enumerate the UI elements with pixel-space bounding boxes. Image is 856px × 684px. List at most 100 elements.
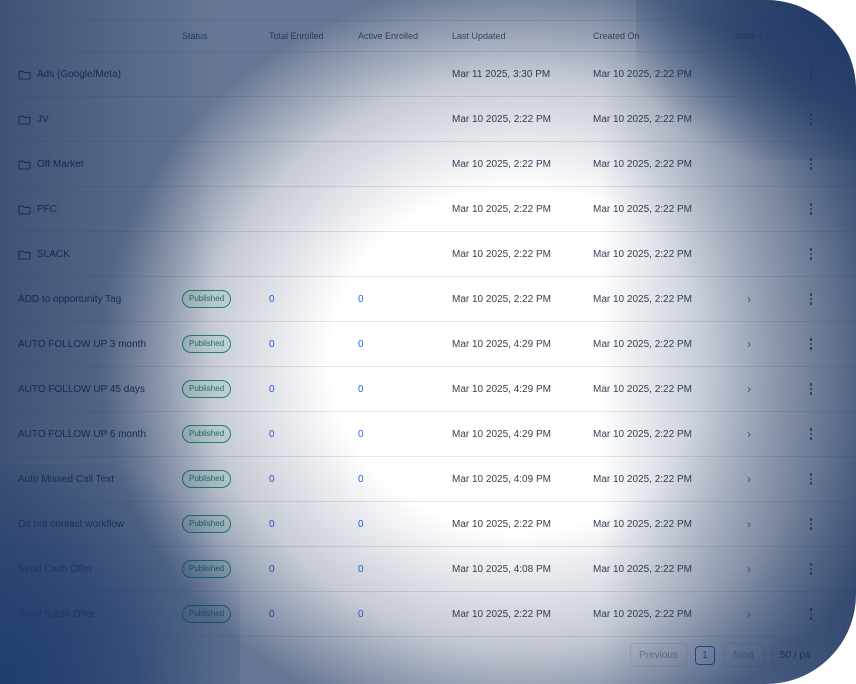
folder-row[interactable]: PFC Mar 10 2025, 2:22 PM Mar 10 2025, 2:22… bbox=[0, 187, 856, 232]
workflow-row[interactable]: Send Subto Offer Published 0 0 Mar 10 2025, … bbox=[0, 592, 856, 637]
workflow-row[interactable]: Send Cash Offer Published 0 0 Mar 10 2025, 4… bbox=[0, 547, 856, 592]
row-menu-button[interactable] bbox=[806, 412, 816, 456]
folder-name: SLACK bbox=[37, 248, 70, 260]
per-page-select[interactable]: 50 / pa bbox=[771, 643, 851, 667]
folder-name-cell[interactable]: JV bbox=[18, 97, 49, 141]
total-enrolled[interactable]: 0 bbox=[269, 412, 275, 456]
total-enrolled[interactable]: 0 bbox=[269, 592, 275, 636]
last-updated: Mar 10 2025, 2:22 PM bbox=[452, 518, 551, 530]
more-vertical-icon bbox=[806, 338, 816, 350]
more-vertical-icon bbox=[806, 608, 816, 620]
header-total-enrolled[interactable]: Total Enrolled bbox=[269, 21, 324, 51]
total-enrolled[interactable]: 0 bbox=[269, 277, 275, 321]
more-vertical-icon bbox=[806, 473, 816, 485]
row-menu-button[interactable] bbox=[806, 142, 816, 186]
folder-row[interactable]: JV Mar 10 2025, 2:22 PM Mar 10 2025, 2:22 … bbox=[0, 97, 856, 142]
workflow-row[interactable]: ADD to opportunity Tag Published 0 0 Mar 10 … bbox=[0, 277, 856, 322]
status-badge: Published bbox=[182, 335, 232, 353]
created-on: Mar 10 2025, 2:22 PM bbox=[593, 113, 692, 125]
more-vertical-icon bbox=[806, 293, 816, 305]
active-enrolled[interactable]: 0 bbox=[358, 367, 364, 411]
total-enrolled[interactable]: 0 bbox=[269, 322, 275, 366]
header-status[interactable]: Status bbox=[182, 21, 208, 51]
row-menu-button[interactable] bbox=[806, 457, 816, 501]
header-stats: Stats bbox=[735, 21, 768, 51]
chevron-right-icon[interactable]: › bbox=[747, 502, 751, 546]
workflow-row[interactable]: Auto Missed Call Text Published 0 0 Mar 10 2… bbox=[0, 457, 856, 502]
workflow-name[interactable]: Send Subto Offer bbox=[18, 592, 95, 636]
status-cell: Published bbox=[182, 502, 232, 546]
row-menu-button[interactable] bbox=[806, 592, 816, 636]
workflow-name[interactable]: Send Cash Offer bbox=[18, 547, 92, 591]
created-on: Mar 10 2025, 2:22 PM bbox=[593, 158, 692, 170]
created-on: Mar 10 2025, 2:22 PM bbox=[593, 293, 692, 305]
created-on: Mar 10 2025, 2:22 PM bbox=[593, 518, 692, 530]
total-enrolled[interactable]: 0 bbox=[269, 367, 275, 411]
header-last-updated[interactable]: Last Updated bbox=[452, 21, 506, 51]
workflow-name[interactable]: Auto Missed Call Text bbox=[18, 457, 114, 501]
last-updated: Mar 10 2025, 4:08 PM bbox=[452, 563, 551, 575]
chevron-right-icon[interactable]: › bbox=[747, 592, 751, 636]
row-menu-button[interactable] bbox=[806, 97, 816, 141]
active-enrolled[interactable]: 0 bbox=[358, 277, 364, 321]
row-menu-button[interactable] bbox=[806, 547, 816, 591]
workflow-row[interactable]: AUTO FOLLOW UP 45 days Published 0 0 Mar 10 … bbox=[0, 367, 856, 412]
chevron-right-icon[interactable]: › bbox=[747, 412, 751, 456]
row-menu-button[interactable] bbox=[806, 232, 816, 276]
row-menu-button[interactable] bbox=[806, 52, 816, 96]
created-on: Mar 10 2025, 2:22 PM bbox=[593, 428, 692, 440]
header-created-on[interactable]: Created On bbox=[593, 21, 640, 51]
chevron-right-icon[interactable]: › bbox=[747, 322, 751, 366]
active-enrolled[interactable]: 0 bbox=[358, 502, 364, 546]
workflow-name[interactable]: AUTO FOLLOW UP 6 month bbox=[18, 412, 146, 456]
chevron-right-icon[interactable]: › bbox=[747, 367, 751, 411]
info-icon[interactable] bbox=[758, 31, 768, 41]
active-enrolled[interactable]: 0 bbox=[358, 322, 364, 366]
total-enrolled[interactable]: 0 bbox=[269, 502, 275, 546]
status-cell: Published bbox=[182, 457, 232, 501]
last-updated: Mar 10 2025, 4:29 PM bbox=[452, 338, 551, 350]
row-menu-button[interactable] bbox=[806, 322, 816, 366]
created-on: Mar 10 2025, 2:22 PM bbox=[593, 203, 692, 215]
chevron-right-icon[interactable]: › bbox=[747, 547, 751, 591]
folder-row[interactable]: Off Market Mar 10 2025, 2:22 PM Mar 10 202… bbox=[0, 142, 856, 187]
active-enrolled[interactable]: 0 bbox=[358, 457, 364, 501]
folder-name-cell[interactable]: PFC bbox=[18, 187, 57, 231]
row-menu-button[interactable] bbox=[806, 367, 816, 411]
chevron-right-icon[interactable]: › bbox=[747, 457, 751, 501]
row-menu-button[interactable] bbox=[806, 277, 816, 321]
folder-name-cell[interactable]: SLACK bbox=[18, 232, 70, 276]
total-enrolled[interactable]: 0 bbox=[269, 457, 275, 501]
created-on: Mar 10 2025, 2:22 PM bbox=[593, 68, 692, 80]
page-1-button[interactable]: 1 bbox=[695, 646, 715, 665]
created-on: Mar 10 2025, 2:22 PM bbox=[593, 563, 692, 575]
folder-name-cell[interactable]: Ads (Google/Meta) bbox=[18, 52, 121, 96]
folder-icon bbox=[18, 204, 31, 215]
header-active-enrolled[interactable]: Active Enrolled bbox=[358, 21, 418, 51]
active-enrolled[interactable]: 0 bbox=[358, 547, 364, 591]
folder-name-cell[interactable]: Off Market bbox=[18, 142, 84, 186]
row-menu-button[interactable] bbox=[806, 502, 816, 546]
active-enrolled[interactable]: 0 bbox=[358, 412, 364, 456]
chevron-right-icon[interactable]: › bbox=[747, 277, 751, 321]
workflow-name[interactable]: AUTO FOLLOW UP 45 days bbox=[18, 367, 145, 411]
folder-icon bbox=[18, 114, 31, 125]
workflow-row[interactable]: AUTO FOLLOW UP 6 month Published 0 0 Mar 10 … bbox=[0, 412, 856, 457]
previous-page-button[interactable]: Previous bbox=[630, 643, 687, 667]
row-menu-button[interactable] bbox=[806, 187, 816, 231]
workflow-name[interactable]: Do not contact workflow bbox=[18, 502, 124, 546]
total-enrolled[interactable]: 0 bbox=[269, 547, 275, 591]
folder-name: JV bbox=[37, 113, 49, 125]
folder-row[interactable]: SLACK Mar 10 2025, 2:22 PM Mar 10 2025, 2:… bbox=[0, 232, 856, 277]
workflow-name[interactable]: AUTO FOLLOW UP 3 month bbox=[18, 322, 146, 366]
folder-row[interactable]: Ads (Google/Meta) Mar 11 2025, 3:30 PM Mar… bbox=[0, 52, 856, 97]
last-updated: Mar 10 2025, 2:22 PM bbox=[452, 608, 551, 620]
active-enrolled[interactable]: 0 bbox=[358, 592, 364, 636]
workflow-row[interactable]: AUTO FOLLOW UP 3 month Published 0 0 Mar 10 … bbox=[0, 322, 856, 367]
workflow-name[interactable]: ADD to opportunity Tag bbox=[18, 277, 121, 321]
status-badge: Published bbox=[182, 605, 232, 623]
more-vertical-icon bbox=[806, 113, 816, 125]
workflow-row[interactable]: Do not contact workflow Published 0 0 Mar 10… bbox=[0, 502, 856, 547]
more-vertical-icon bbox=[806, 158, 816, 170]
next-page-button[interactable]: Next bbox=[723, 643, 764, 667]
